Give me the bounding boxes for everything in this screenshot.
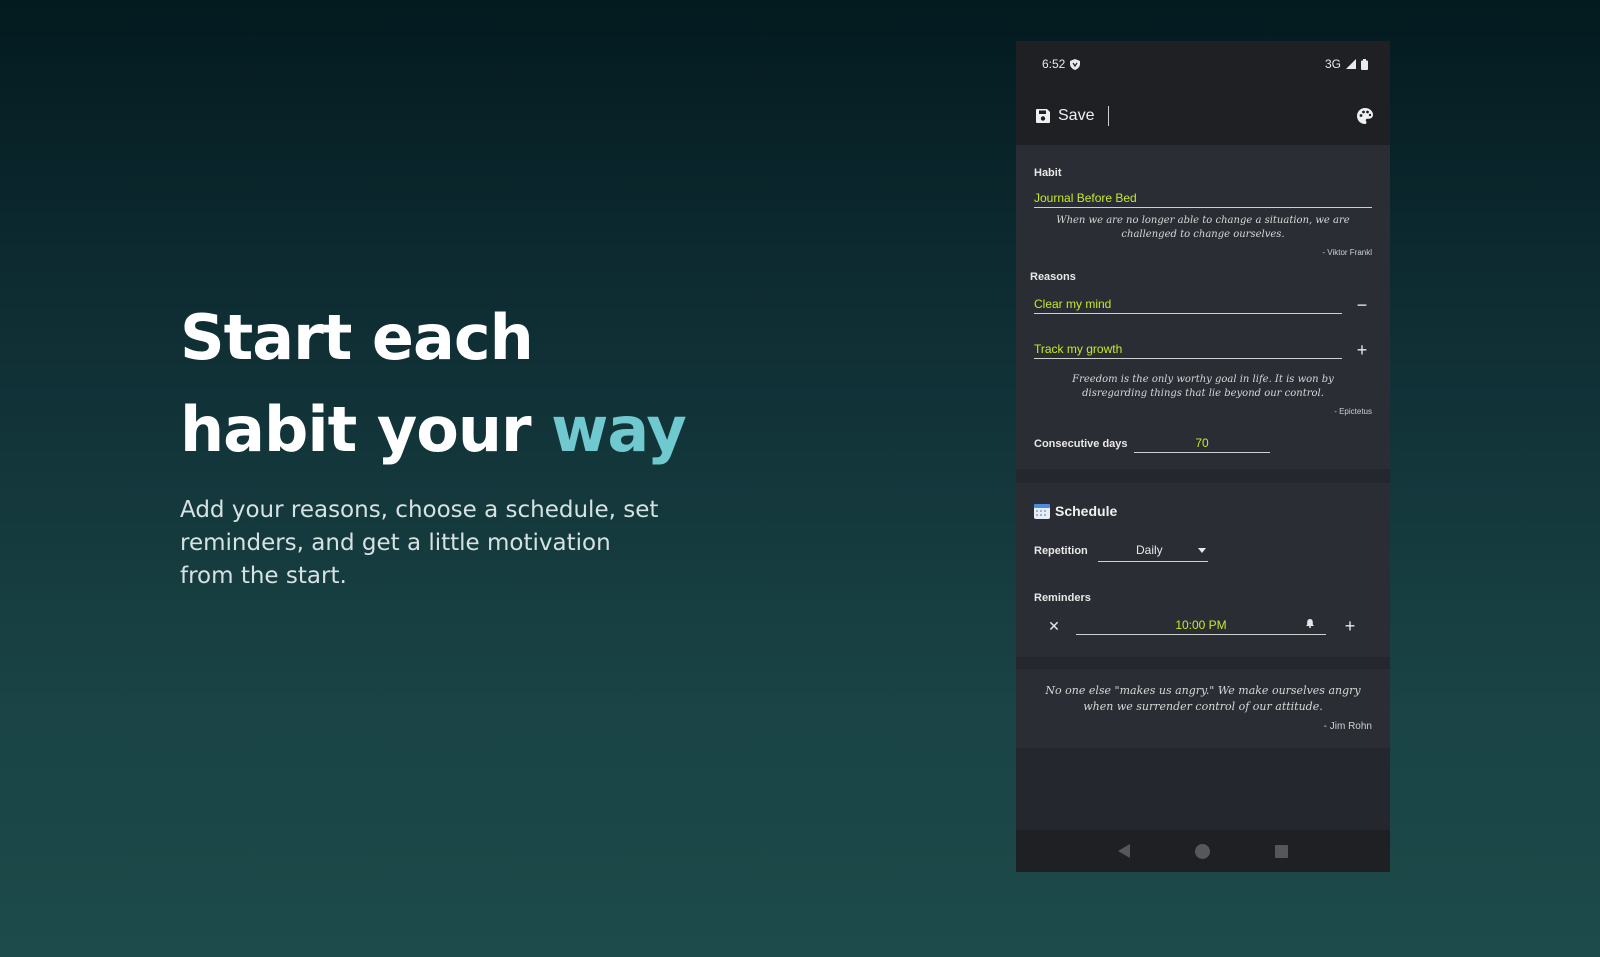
- consecutive-days-row: Consecutive days 70: [1034, 434, 1372, 453]
- schedule-title: Schedule: [1055, 503, 1118, 519]
- footer-quote-card: No one else "makes us angry." We make ou…: [1016, 669, 1390, 748]
- save-icon: [1036, 109, 1050, 123]
- shield-icon: [1070, 58, 1081, 70]
- habit-label: Habit: [1034, 167, 1062, 179]
- hero-title: Start each habit your way: [180, 292, 700, 476]
- reason-row: Track my growth +: [1034, 340, 1372, 359]
- plus-icon[interactable]: +: [1352, 341, 1372, 359]
- consecutive-days-input[interactable]: 70: [1134, 434, 1270, 453]
- schedule-card: Schedule Repetition Daily Reminders ✕ 10…: [1016, 483, 1390, 657]
- repetition-value: Daily: [1136, 543, 1163, 557]
- battery-icon: [1361, 58, 1368, 70]
- reasons-label: Reasons: [1030, 271, 1076, 283]
- appbar-divider: [1108, 106, 1110, 126]
- status-time: 6:52: [1042, 57, 1066, 71]
- calendar-icon: [1034, 504, 1050, 519]
- palette-icon[interactable]: [1356, 107, 1374, 125]
- dropdown-arrow-icon: [1198, 547, 1206, 553]
- minus-icon[interactable]: −: [1352, 296, 1372, 314]
- phone-screen: 6:52 3G Save Habit Journal Before Bed Wh…: [1016, 41, 1390, 872]
- nav-back-icon[interactable]: [1118, 844, 1131, 858]
- reason-input[interactable]: Clear my mind: [1034, 295, 1342, 314]
- habit-card: Habit Journal Before Bed When we are no …: [1016, 145, 1390, 469]
- bell-icon: [1306, 619, 1314, 628]
- consecutive-days-label: Consecutive days: [1034, 437, 1128, 450]
- reason-row: Clear my mind −: [1034, 295, 1372, 314]
- status-bar: 6:52 3G: [1016, 41, 1390, 87]
- repetition-label: Repetition: [1034, 544, 1088, 557]
- footer-quote-author: - Jim Rohn: [1323, 721, 1372, 732]
- reminders-label: Reminders: [1034, 592, 1091, 604]
- form-content: Habit Journal Before Bed When we are no …: [1016, 145, 1390, 748]
- hero-section: Start each habit your way Add your reaso…: [180, 292, 700, 593]
- repetition-select[interactable]: Daily: [1098, 539, 1208, 562]
- reasons-quote-author: - Epictetus: [1334, 407, 1372, 416]
- save-button[interactable]: Save: [1036, 106, 1110, 126]
- close-icon[interactable]: ✕: [1044, 618, 1064, 634]
- schedule-header: Schedule: [1034, 503, 1372, 519]
- repetition-row: Repetition Daily: [1034, 539, 1372, 562]
- save-label: Save: [1058, 107, 1095, 124]
- reminder-time: 10:00 PM: [1175, 618, 1227, 632]
- hero-title-line1: Start each: [180, 301, 534, 374]
- habit-quote-author: - Viktor Frankl: [1322, 248, 1372, 257]
- signal-icon: [1346, 59, 1356, 69]
- hero-subtitle: Add your reasons, choose a schedule, set…: [180, 497, 659, 589]
- reason-input[interactable]: Track my growth: [1034, 340, 1342, 359]
- status-network: 3G: [1324, 57, 1341, 71]
- navigation-bar: [1016, 830, 1390, 872]
- hero-title-line2-prefix: habit your: [180, 393, 552, 466]
- habit-input[interactable]: Journal Before Bed: [1034, 189, 1372, 208]
- footer-quote: No one else "makes us angry." We make ou…: [1045, 684, 1361, 713]
- nav-home-icon[interactable]: [1194, 843, 1210, 859]
- nav-recent-icon[interactable]: [1274, 844, 1288, 858]
- habit-quote: When we are no longer able to change a s…: [1056, 215, 1350, 240]
- app-bar: Save: [1016, 87, 1390, 145]
- hero-title-accent: way: [551, 393, 687, 466]
- reminder-time-input[interactable]: 10:00 PM: [1076, 616, 1326, 635]
- plus-icon[interactable]: +: [1340, 617, 1360, 635]
- reasons-quote: Freedom is the only worthy goal in life.…: [1072, 374, 1334, 399]
- reminder-row: ✕ 10:00 PM +: [1034, 616, 1372, 635]
